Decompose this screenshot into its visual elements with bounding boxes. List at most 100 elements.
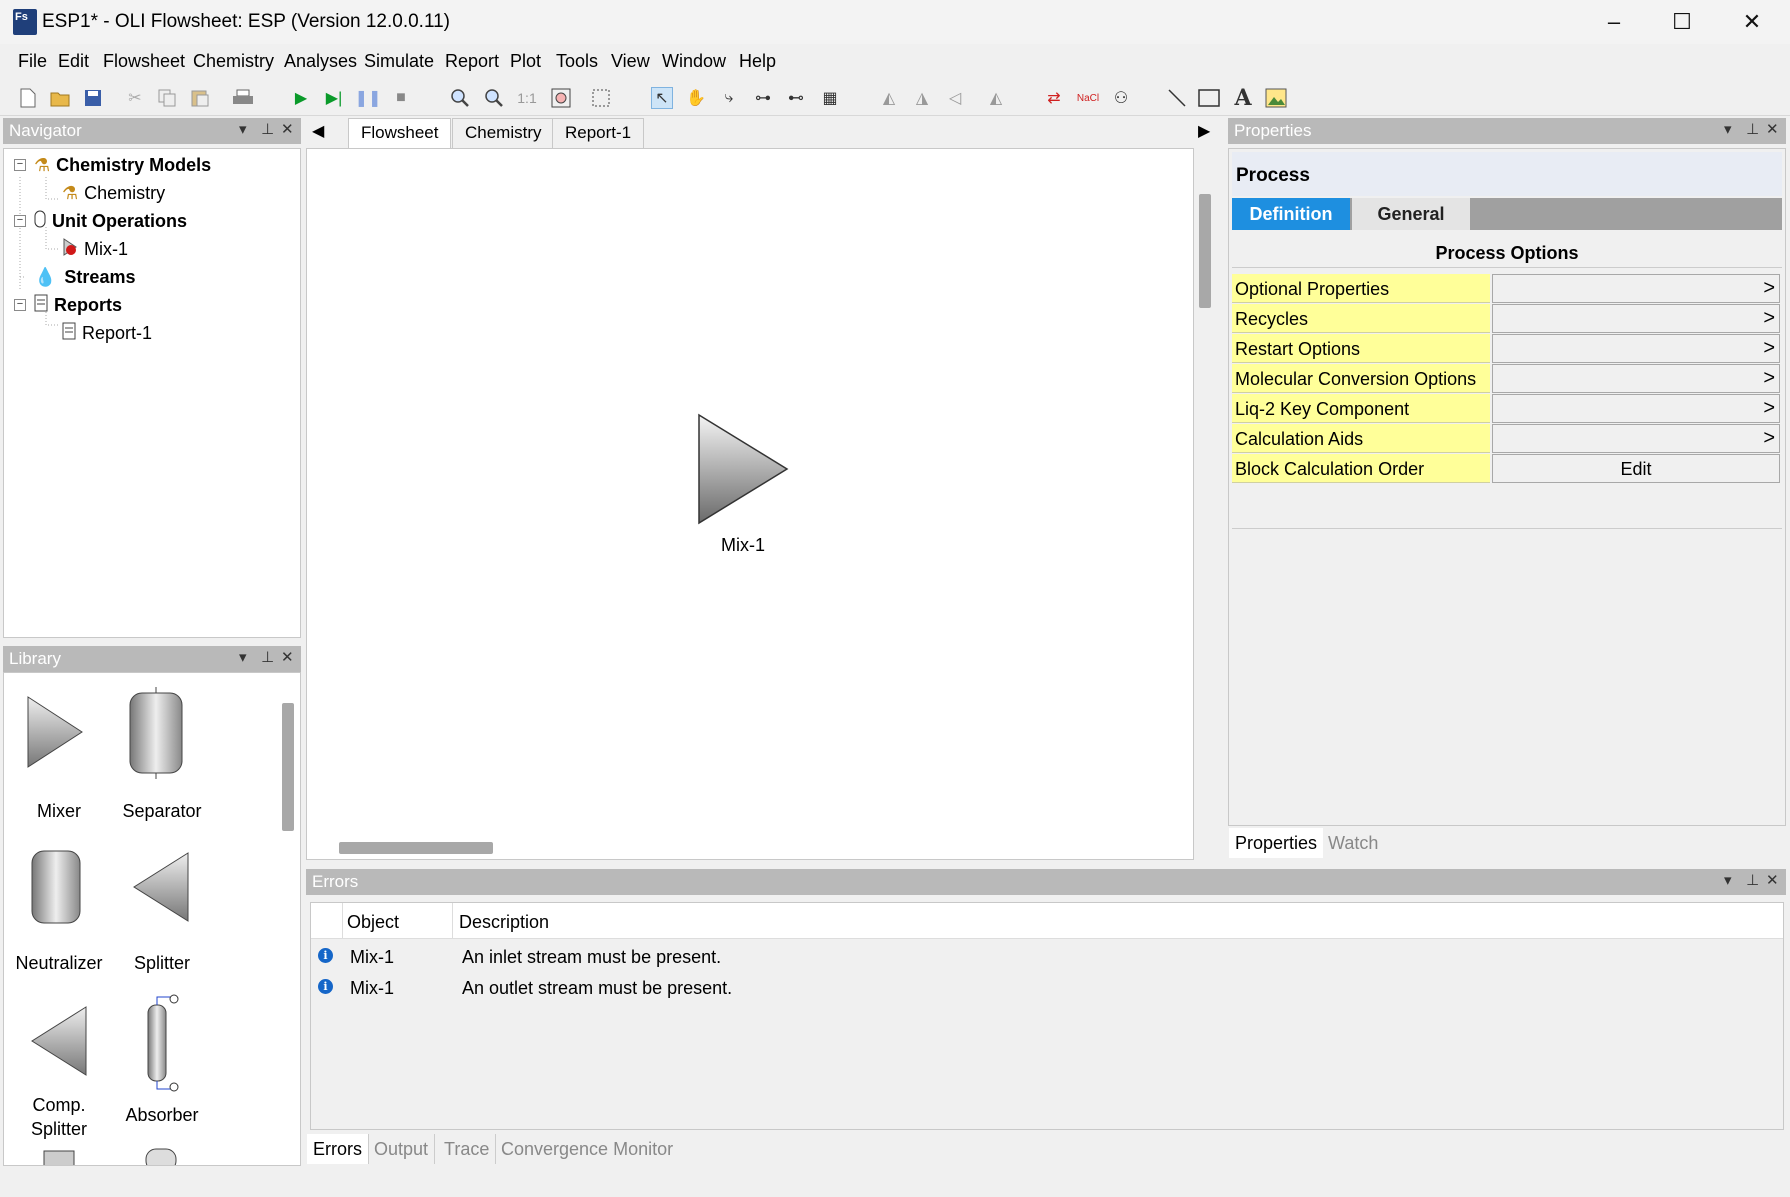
property-value-button[interactable]: > — [1492, 424, 1780, 453]
binoculars-icon[interactable]: ⚇ — [1110, 87, 1132, 109]
nacl-icon[interactable]: NaCl — [1077, 87, 1099, 109]
pointer-icon[interactable]: ↖ — [651, 87, 673, 109]
tree-item-unit-operations[interactable]: Unit Operations — [34, 208, 187, 234]
splitter-icon[interactable] — [128, 849, 192, 925]
pin-icon[interactable]: ⊥ — [1746, 871, 1759, 889]
block-calculation-order-edit-button[interactable]: Edit — [1492, 454, 1780, 483]
pin-icon[interactable]: ⊥ — [261, 120, 274, 138]
flip-vertical-icon[interactable]: ◮ — [911, 87, 933, 109]
pan-hand-icon[interactable]: ✋ — [685, 87, 707, 109]
menu-simulate[interactable]: Simulate — [364, 51, 434, 72]
text-tool-icon[interactable]: A — [1232, 85, 1254, 111]
tree-item-chemistry[interactable]: ⚗ Chemistry — [62, 180, 165, 206]
zoom-in-icon[interactable] — [449, 87, 471, 109]
property-value-button[interactable]: > — [1492, 274, 1780, 303]
menu-help[interactable]: Help — [739, 51, 776, 72]
tab-convergence-monitor[interactable]: Convergence Monitor — [495, 1134, 679, 1164]
column-description[interactable]: Description — [459, 912, 549, 933]
menu-window[interactable]: Window — [662, 51, 726, 72]
pin-icon[interactable]: ⊥ — [261, 648, 274, 666]
flowsheet-canvas[interactable]: Mix-1 — [306, 148, 1194, 860]
rectangle-tool-icon[interactable] — [1198, 87, 1220, 109]
cut-icon[interactable]: ✂ — [124, 87, 146, 109]
tab-general[interactable]: General — [1352, 198, 1470, 230]
zoom-fit-icon[interactable] — [550, 87, 572, 109]
tab-scroll-right-icon[interactable]: ▶ — [1198, 121, 1210, 141]
image-tool-icon[interactable] — [1265, 87, 1287, 109]
stop-icon[interactable]: ■ — [390, 87, 412, 109]
dropdown-icon[interactable]: ▾ — [1724, 871, 1732, 889]
neutralizer-icon[interactable] — [26, 847, 90, 927]
copy-icon[interactable] — [156, 87, 178, 109]
mixer-icon[interactable] — [24, 693, 88, 771]
zoom-out-icon[interactable] — [483, 87, 505, 109]
step-icon[interactable]: ▶| — [323, 87, 345, 109]
close-icon[interactable]: ✕ — [1766, 120, 1779, 138]
tab-output[interactable]: Output — [368, 1134, 436, 1164]
menu-flowsheet[interactable]: Flowsheet — [103, 51, 185, 72]
library-scrollbar[interactable] — [282, 703, 294, 831]
exchange-icon[interactable]: ⇄ — [1043, 87, 1065, 109]
menu-report[interactable]: Report — [445, 51, 499, 72]
menu-analyses[interactable]: Analyses — [284, 51, 357, 72]
connect-stream-icon[interactable]: ⤷ — [718, 87, 740, 109]
horizontal-scrollbar-thumb[interactable] — [339, 842, 493, 854]
menu-edit[interactable]: Edit — [58, 51, 89, 72]
zoom-actual-icon[interactable]: 1:1 — [516, 87, 538, 109]
flip-horizontal-icon[interactable]: ◭ — [878, 87, 900, 109]
tab-chemistry[interactable]: Chemistry — [452, 118, 555, 148]
menu-tools[interactable]: Tools — [556, 51, 598, 72]
column-object[interactable]: Object — [347, 912, 399, 933]
dropdown-icon[interactable]: ▾ — [239, 648, 247, 666]
tab-flowsheet[interactable]: Flowsheet — [348, 118, 452, 148]
maximize-button[interactable]: ☐ — [1648, 0, 1716, 44]
tree-item-mix-1[interactable]: Mix-1 — [62, 236, 128, 262]
menu-file[interactable]: File — [18, 51, 47, 72]
run-icon[interactable]: ▶ — [290, 87, 312, 109]
tab-watch[interactable]: Watch — [1322, 828, 1384, 858]
line-tool-icon[interactable] — [1166, 87, 1188, 109]
menu-view[interactable]: View — [611, 51, 650, 72]
mirror-icon[interactable]: ◭ — [985, 87, 1007, 109]
tab-errors[interactable]: Errors — [307, 1134, 369, 1164]
property-value-button[interactable]: > — [1492, 364, 1780, 393]
property-value-button[interactable]: > — [1492, 334, 1780, 363]
collapse-icon[interactable]: − — [14, 215, 26, 227]
collapse-icon[interactable]: − — [14, 299, 26, 311]
collapse-icon[interactable]: − — [14, 159, 26, 171]
error-description[interactable]: An outlet stream must be present. — [462, 978, 732, 999]
paste-icon[interactable] — [189, 87, 211, 109]
vertical-scrollbar[interactable] — [1194, 148, 1216, 860]
new-file-icon[interactable] — [17, 87, 39, 109]
error-object[interactable]: Mix-1 — [350, 978, 394, 999]
tab-report-1[interactable]: Report-1 — [552, 118, 645, 148]
save-icon[interactable] — [82, 87, 104, 109]
close-icon[interactable]: ✕ — [281, 648, 294, 666]
pin-icon[interactable]: ⊥ — [1746, 120, 1759, 138]
tab-definition[interactable]: Definition — [1232, 198, 1350, 230]
property-value-button[interactable]: > — [1492, 394, 1780, 423]
close-icon[interactable]: ✕ — [1766, 871, 1779, 889]
print-icon[interactable] — [232, 87, 254, 109]
select-area-icon[interactable] — [590, 87, 612, 109]
pause-icon[interactable]: ❚❚ — [355, 87, 382, 109]
rotate-icon[interactable]: ◁ — [944, 87, 966, 109]
menu-plot[interactable]: Plot — [510, 51, 541, 72]
tree-item-report-1[interactable]: Report-1 — [62, 320, 152, 346]
menu-chemistry[interactable]: Chemistry — [193, 51, 274, 72]
close-icon[interactable]: ✕ — [281, 120, 294, 138]
absorber-icon[interactable] — [138, 993, 184, 1093]
mixer-block-icon[interactable] — [695, 413, 791, 525]
tab-trace[interactable]: Trace — [438, 1134, 497, 1164]
tree-item-reports[interactable]: Reports — [34, 292, 122, 318]
comp-splitter-icon[interactable] — [26, 1003, 90, 1079]
minimize-button[interactable]: – — [1580, 0, 1648, 44]
close-button[interactable]: ✕ — [1718, 0, 1786, 44]
property-value-button[interactable]: > — [1492, 304, 1780, 333]
vertical-scrollbar-thumb[interactable] — [1199, 194, 1211, 308]
dropdown-icon[interactable]: ▾ — [239, 120, 247, 138]
tree-item-chemistry-models[interactable]: ⚗ Chemistry Models — [34, 152, 211, 178]
library-item-partial-icon[interactable] — [142, 1145, 182, 1166]
dropdown-icon[interactable]: ▾ — [1724, 120, 1732, 138]
error-object[interactable]: Mix-1 — [350, 947, 394, 968]
